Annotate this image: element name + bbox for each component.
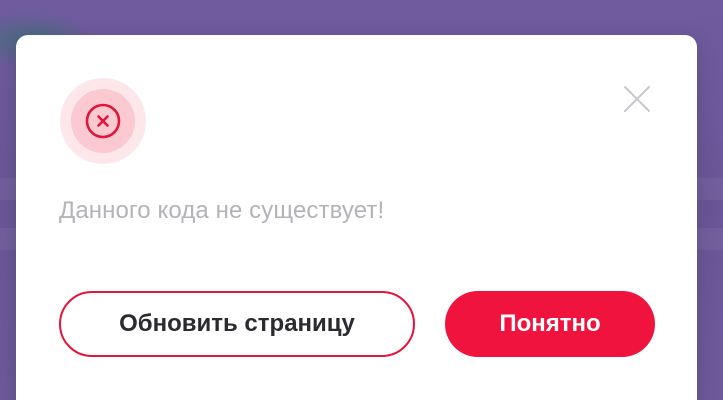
error-circle-x-icon [85, 103, 121, 139]
close-button[interactable] [620, 82, 654, 116]
refresh-page-button-label: Обновить страницу [119, 310, 355, 337]
error-dialog: Данного кода не существует! Обновить стр… [16, 35, 697, 400]
error-icon-halo [60, 78, 146, 164]
close-icon [624, 86, 650, 112]
error-message: Данного кода не существует! [59, 197, 385, 224]
error-icon-badge [71, 89, 135, 153]
ok-button[interactable]: Понятно [445, 291, 655, 357]
refresh-page-button[interactable]: Обновить страницу [59, 291, 415, 357]
ok-button-label: Понятно [499, 310, 601, 337]
